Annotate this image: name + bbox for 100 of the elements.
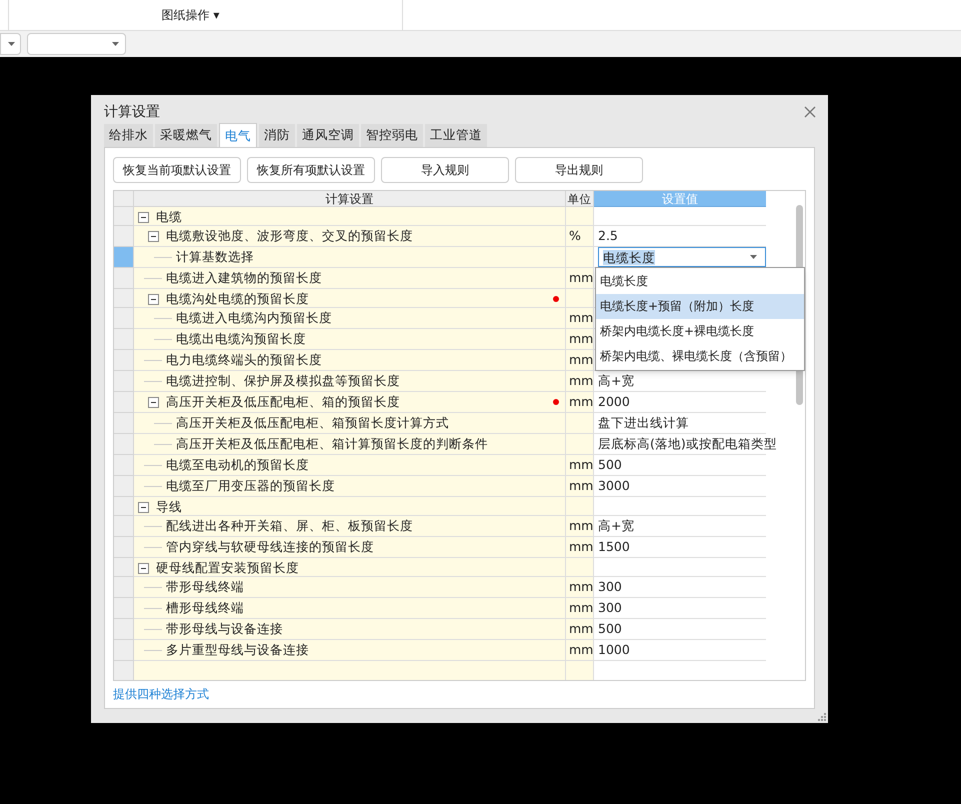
hint-link[interactable]: 提供四种选择方式 bbox=[113, 687, 209, 701]
row-header[interactable] bbox=[114, 619, 134, 640]
collapse-icon[interactable] bbox=[148, 294, 159, 305]
unit-text: mm bbox=[569, 331, 594, 346]
setting-value: 500 bbox=[598, 457, 622, 472]
unit-text: mm bbox=[569, 394, 594, 409]
tab[interactable]: 智控弱电 bbox=[361, 124, 423, 147]
action-button[interactable]: 导入规则 bbox=[381, 157, 509, 183]
tree-line bbox=[154, 423, 172, 424]
row-header[interactable] bbox=[114, 392, 134, 413]
collapse-icon[interactable] bbox=[148, 231, 159, 242]
dropdown-option[interactable]: 电缆长度 bbox=[596, 269, 804, 294]
row-header[interactable] bbox=[114, 289, 134, 308]
tree-line bbox=[144, 278, 162, 279]
setting-name: 电缆敷设弛度、波形弯度、交叉的预留长度 bbox=[166, 227, 413, 245]
tree-line bbox=[154, 444, 172, 445]
setting-name: 电缆进入建筑物的预留长度 bbox=[166, 269, 322, 287]
tree-line bbox=[144, 526, 162, 527]
setting-name: 多片重型母线与设备连接 bbox=[166, 641, 309, 659]
combo-box[interactable] bbox=[0, 33, 21, 55]
row-header[interactable] bbox=[114, 329, 134, 350]
setting-value: 2000 bbox=[598, 394, 630, 409]
unit-text: mm bbox=[569, 642, 594, 657]
setting-name: 电缆沟处电缆的预留长度 bbox=[166, 290, 309, 308]
setting-value: 1000 bbox=[598, 642, 630, 657]
tree-line bbox=[144, 360, 162, 361]
tab[interactable]: 工业管道 bbox=[425, 124, 487, 147]
setting-name: 管内穿线与软硬母线连接的预留长度 bbox=[166, 538, 374, 556]
dialog-title: 计算设置 bbox=[104, 102, 160, 122]
action-button[interactable]: 导出规则 bbox=[515, 157, 643, 183]
row-header[interactable] bbox=[114, 434, 134, 455]
unit-text: % bbox=[569, 228, 581, 243]
caret-icon bbox=[8, 42, 15, 46]
tree-line bbox=[144, 547, 162, 548]
setting-value: 高+宽 bbox=[598, 373, 634, 388]
row-header[interactable] bbox=[114, 455, 134, 476]
drawing-operations-menu[interactable]: 图纸操作 ▾ bbox=[162, 6, 220, 24]
row-header[interactable] bbox=[114, 661, 134, 680]
row-header[interactable] bbox=[114, 308, 134, 329]
caret-icon bbox=[112, 42, 119, 46]
row-header[interactable] bbox=[114, 371, 134, 392]
caret-icon bbox=[750, 255, 757, 259]
row-header[interactable] bbox=[114, 640, 134, 661]
setting-name: 高压开关柜及低压配电柜、箱预留长度计算方式 bbox=[176, 414, 449, 432]
resize-grip-icon[interactable] bbox=[818, 713, 826, 721]
unit-text: mm bbox=[569, 478, 594, 493]
row-header[interactable] bbox=[114, 537, 134, 558]
tree-line bbox=[144, 486, 162, 487]
unit-text: mm bbox=[569, 600, 594, 615]
collapse-icon[interactable] bbox=[138, 563, 149, 574]
dropdown-option[interactable]: 桥架内电缆、裸电缆长度（含预留） bbox=[596, 344, 804, 369]
unit-text: mm bbox=[569, 579, 594, 594]
action-button[interactable]: 恢复当前项默认设置 bbox=[113, 157, 241, 183]
tab[interactable]: 给排水 bbox=[104, 124, 153, 147]
column-header: 设置值 bbox=[594, 191, 766, 207]
setting-name: 电缆 bbox=[156, 208, 182, 226]
dropdown-option[interactable]: 桥架内电缆长度+裸电缆长度 bbox=[596, 319, 804, 344]
action-button[interactable]: 恢复所有项默认设置 bbox=[247, 157, 375, 183]
setting-name: 高压开关柜及低压配电柜、箱的预留长度 bbox=[166, 393, 400, 411]
setting-value: 高+宽 bbox=[598, 518, 634, 533]
setting-name: 电力电缆终端头的预留长度 bbox=[166, 351, 322, 369]
tree-line bbox=[154, 339, 172, 340]
unit-text: mm bbox=[569, 373, 594, 388]
setting-value: 300 bbox=[598, 600, 622, 615]
setting-name: 槽形母线终端 bbox=[166, 599, 244, 617]
unit-text: mm bbox=[569, 457, 594, 472]
setting-name: 电缆至厂用变压器的预留长度 bbox=[166, 477, 335, 495]
row-header[interactable] bbox=[114, 350, 134, 371]
unit-text: mm bbox=[569, 352, 594, 367]
setting-name: 电缆至电动机的预留长度 bbox=[166, 456, 309, 474]
collapse-icon[interactable] bbox=[138, 212, 149, 223]
unit-text: mm bbox=[569, 621, 594, 636]
row-header[interactable] bbox=[114, 413, 134, 434]
tree-line bbox=[144, 381, 162, 382]
close-icon[interactable] bbox=[804, 106, 816, 118]
column-header: 单位 bbox=[566, 191, 594, 207]
setting-name: 电缆出电缆沟预留长度 bbox=[176, 330, 306, 348]
tree-line bbox=[144, 650, 162, 651]
row-header[interactable] bbox=[114, 476, 134, 497]
tab[interactable]: 采暖燃气 bbox=[155, 124, 217, 147]
setting-name: 硬母线配置安装预留长度 bbox=[156, 559, 299, 577]
setting-name: 配线进出各种开关箱、屏、柜、板预留长度 bbox=[166, 517, 413, 535]
setting-value: 3000 bbox=[598, 478, 630, 493]
dropdown-option[interactable]: 电缆长度+预留（附加）长度 bbox=[596, 294, 804, 319]
row-header[interactable] bbox=[114, 247, 134, 268]
row-header[interactable] bbox=[114, 268, 134, 289]
setting-name: 导线 bbox=[156, 498, 182, 516]
tree-line bbox=[154, 318, 172, 319]
tab[interactable]: 通风空调 bbox=[297, 124, 359, 147]
setting-name: 计算基数选择 bbox=[176, 248, 254, 266]
setting-name: 带形母线与设备连接 bbox=[166, 620, 283, 638]
setting-value: 层底标高(落地)或按配电箱类型 bbox=[598, 436, 777, 451]
row-header[interactable] bbox=[114, 598, 134, 619]
collapse-icon[interactable] bbox=[138, 502, 149, 513]
tab[interactable]: 电气 bbox=[219, 123, 257, 148]
setting-name: 高压开关柜及低压配电柜、箱计算预留长度的判断条件 bbox=[176, 435, 488, 453]
tab[interactable]: 消防 bbox=[259, 124, 295, 147]
collapse-icon[interactable] bbox=[148, 397, 159, 408]
setting-name: 电缆进入电缆沟内预留长度 bbox=[176, 309, 332, 327]
unit-text: mm bbox=[569, 310, 594, 325]
